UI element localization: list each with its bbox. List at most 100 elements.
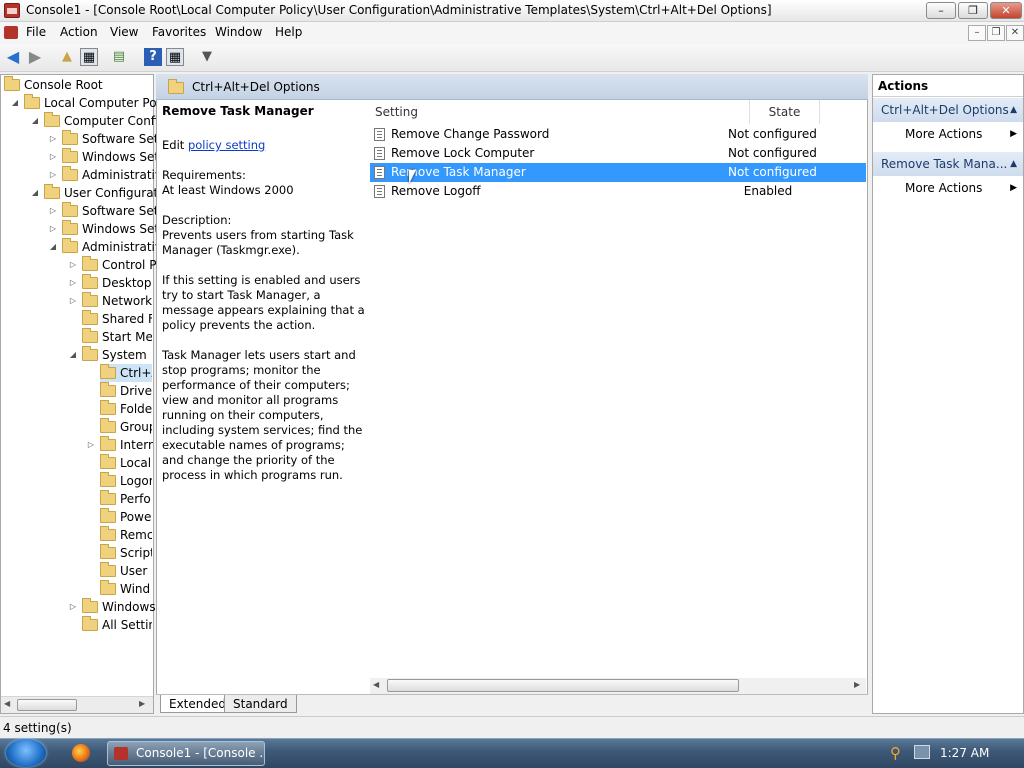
mmc-app-icon xyxy=(114,747,128,760)
scroll-left-icon[interactable]: ◀ xyxy=(373,680,379,689)
clock[interactable]: 1:27 AM xyxy=(940,746,989,760)
menu-favorites[interactable]: Favorites xyxy=(152,25,206,39)
scroll-right-icon[interactable]: ▶ xyxy=(139,699,145,708)
scroll-right-icon[interactable]: ▶ xyxy=(854,680,860,689)
expand-icon[interactable]: ▷ xyxy=(48,166,58,184)
collapse-icon[interactable]: ◢ xyxy=(48,238,58,256)
tree-item[interactable]: Powe xyxy=(100,508,152,526)
tree-item[interactable]: Group xyxy=(100,418,152,436)
scroll-thumb[interactable] xyxy=(17,699,77,711)
tree-item[interactable]: ▷ Windows xyxy=(70,598,156,616)
up-folder-icon[interactable]: ▲ xyxy=(58,48,76,66)
tree-item[interactable]: Logor xyxy=(100,472,152,490)
tree-horizontal-scrollbar[interactable]: ◀ ▶ xyxy=(1,696,153,713)
mdi-restore-button[interactable]: ❐ xyxy=(987,25,1005,41)
folder-icon xyxy=(82,598,98,613)
collapse-icon[interactable]: ◢ xyxy=(68,346,78,364)
forward-arrow-icon[interactable]: ▶ xyxy=(26,48,44,66)
tree-item-label: Powe xyxy=(120,510,152,524)
more-actions-2[interactable]: More Actions ▶ xyxy=(905,177,1023,199)
tree-item[interactable]: ▷ Administrativ xyxy=(50,166,162,184)
show-hide-tree-icon[interactable]: ▦ xyxy=(80,48,98,66)
tree-item[interactable]: ◢ System xyxy=(70,346,152,364)
tree-item[interactable]: ▷ Software Setti xyxy=(50,130,166,148)
tree-item[interactable]: ◢ Local Computer Poli xyxy=(12,94,163,112)
tree-item[interactable]: ◢ User Configurati xyxy=(32,184,162,202)
mdi-close-button[interactable]: ✕ xyxy=(1006,25,1024,41)
action-group-remove-task-manager[interactable]: Remove Task Mana... ▲ xyxy=(873,152,1023,176)
tree-item[interactable]: Folde xyxy=(100,400,152,418)
tree-item[interactable]: ◢ Administrativ xyxy=(50,238,162,256)
taskbar-console-button[interactable]: Console1 - [Console ... xyxy=(107,741,265,766)
menu-action[interactable]: Action xyxy=(60,25,98,39)
tree-item[interactable]: Shared Fo xyxy=(82,310,152,328)
collapse-icon[interactable]: ◢ xyxy=(10,94,20,112)
collapse-icon[interactable]: ▲ xyxy=(1010,152,1017,176)
menu-view[interactable]: View xyxy=(110,25,138,39)
maximize-button[interactable]: ❐ xyxy=(958,2,988,19)
column-header-setting[interactable]: Setting xyxy=(370,100,750,124)
menu-file[interactable]: File xyxy=(26,25,46,39)
table-row[interactable]: Remove Logoff Enabled xyxy=(370,182,866,201)
scroll-thumb[interactable] xyxy=(387,679,739,692)
table-row[interactable]: Remove Lock Computer Not configured xyxy=(370,144,866,163)
more-actions-1[interactable]: More Actions ▶ xyxy=(905,123,1023,145)
expand-icon[interactable]: ▷ xyxy=(86,436,96,454)
tree-item[interactable]: Console Root xyxy=(4,76,152,94)
filter-icon[interactable]: ▼ xyxy=(198,48,216,66)
minimize-button[interactable]: – xyxy=(926,2,956,19)
help-icon[interactable]: ? xyxy=(144,48,162,66)
tree-item[interactable]: ▷ Interr xyxy=(88,436,153,454)
tree-item[interactable]: Wind xyxy=(100,580,152,598)
collapse-icon[interactable]: ◢ xyxy=(30,184,40,202)
expand-icon[interactable]: ▷ xyxy=(48,202,58,220)
start-button-icon[interactable] xyxy=(6,739,46,767)
mdi-minimize-button[interactable]: – xyxy=(968,25,986,41)
tree-item[interactable]: ▷ Control P xyxy=(70,256,156,274)
tree-item[interactable]: All Settin xyxy=(82,616,152,634)
tree-item[interactable]: Driver xyxy=(100,382,152,400)
policy-setting-link[interactable]: policy setting xyxy=(188,138,265,152)
tab-standard[interactable]: Standard xyxy=(224,695,297,713)
expand-icon[interactable]: ▷ xyxy=(68,274,78,292)
tree-item[interactable]: ◢ Computer Confi xyxy=(32,112,158,130)
table-row[interactable]: Remove Task Manager Not configured xyxy=(370,163,866,182)
expand-icon[interactable]: ▷ xyxy=(48,220,58,238)
tree-item[interactable]: ▷ Network xyxy=(70,292,152,310)
export-list-icon[interactable]: ▤ xyxy=(110,48,128,66)
back-arrow-icon[interactable]: ◀ xyxy=(4,48,22,66)
tree-item[interactable]: ▷ Windows Setti xyxy=(50,148,167,166)
close-button[interactable]: ✕ xyxy=(990,2,1022,19)
firefox-icon[interactable] xyxy=(72,744,90,762)
expand-icon[interactable]: ▷ xyxy=(48,148,58,166)
show-hide-action-pane-icon[interactable]: ▦ xyxy=(166,48,184,66)
expand-icon[interactable]: ▷ xyxy=(68,256,78,274)
tree-item[interactable]: ▷ Desktop xyxy=(70,274,152,292)
scroll-left-icon[interactable]: ◀ xyxy=(4,699,10,708)
tree-item[interactable]: ▷ Windows Setti xyxy=(50,220,167,238)
mdi-child-icon[interactable] xyxy=(4,26,18,39)
mmc-app-icon[interactable] xyxy=(4,3,20,18)
tree-item[interactable]: Perfo xyxy=(100,490,152,508)
tree-item[interactable]: ▷ Software Setti xyxy=(50,202,166,220)
network-icon[interactable] xyxy=(914,745,930,759)
collapse-icon[interactable]: ◢ xyxy=(30,112,40,130)
folder-icon xyxy=(44,112,60,127)
menu-window[interactable]: Window xyxy=(215,25,262,39)
search-icon[interactable]: ⚲ xyxy=(890,744,901,762)
tree-item[interactable]: User F xyxy=(100,562,152,580)
collapse-icon[interactable]: ▲ xyxy=(1010,98,1017,122)
list-horizontal-scrollbar[interactable]: ◀ ▶ xyxy=(370,678,866,694)
tree-item[interactable]: Remc xyxy=(100,526,152,544)
expand-icon[interactable]: ▷ xyxy=(68,598,78,616)
column-header-state[interactable]: State xyxy=(750,100,820,124)
table-row[interactable]: Remove Change Password Not configured xyxy=(370,125,866,144)
tree-item[interactable]: Ctrl+A xyxy=(100,364,152,382)
expand-icon[interactable]: ▷ xyxy=(68,292,78,310)
tree-item[interactable]: Start Mer xyxy=(82,328,152,346)
tree-item[interactable]: Local xyxy=(100,454,152,472)
menu-help[interactable]: Help xyxy=(275,25,302,39)
action-group-ctrl-alt-del[interactable]: Ctrl+Alt+Del Options ▲ xyxy=(873,98,1023,122)
expand-icon[interactable]: ▷ xyxy=(48,130,58,148)
tree-item[interactable]: Script xyxy=(100,544,152,562)
